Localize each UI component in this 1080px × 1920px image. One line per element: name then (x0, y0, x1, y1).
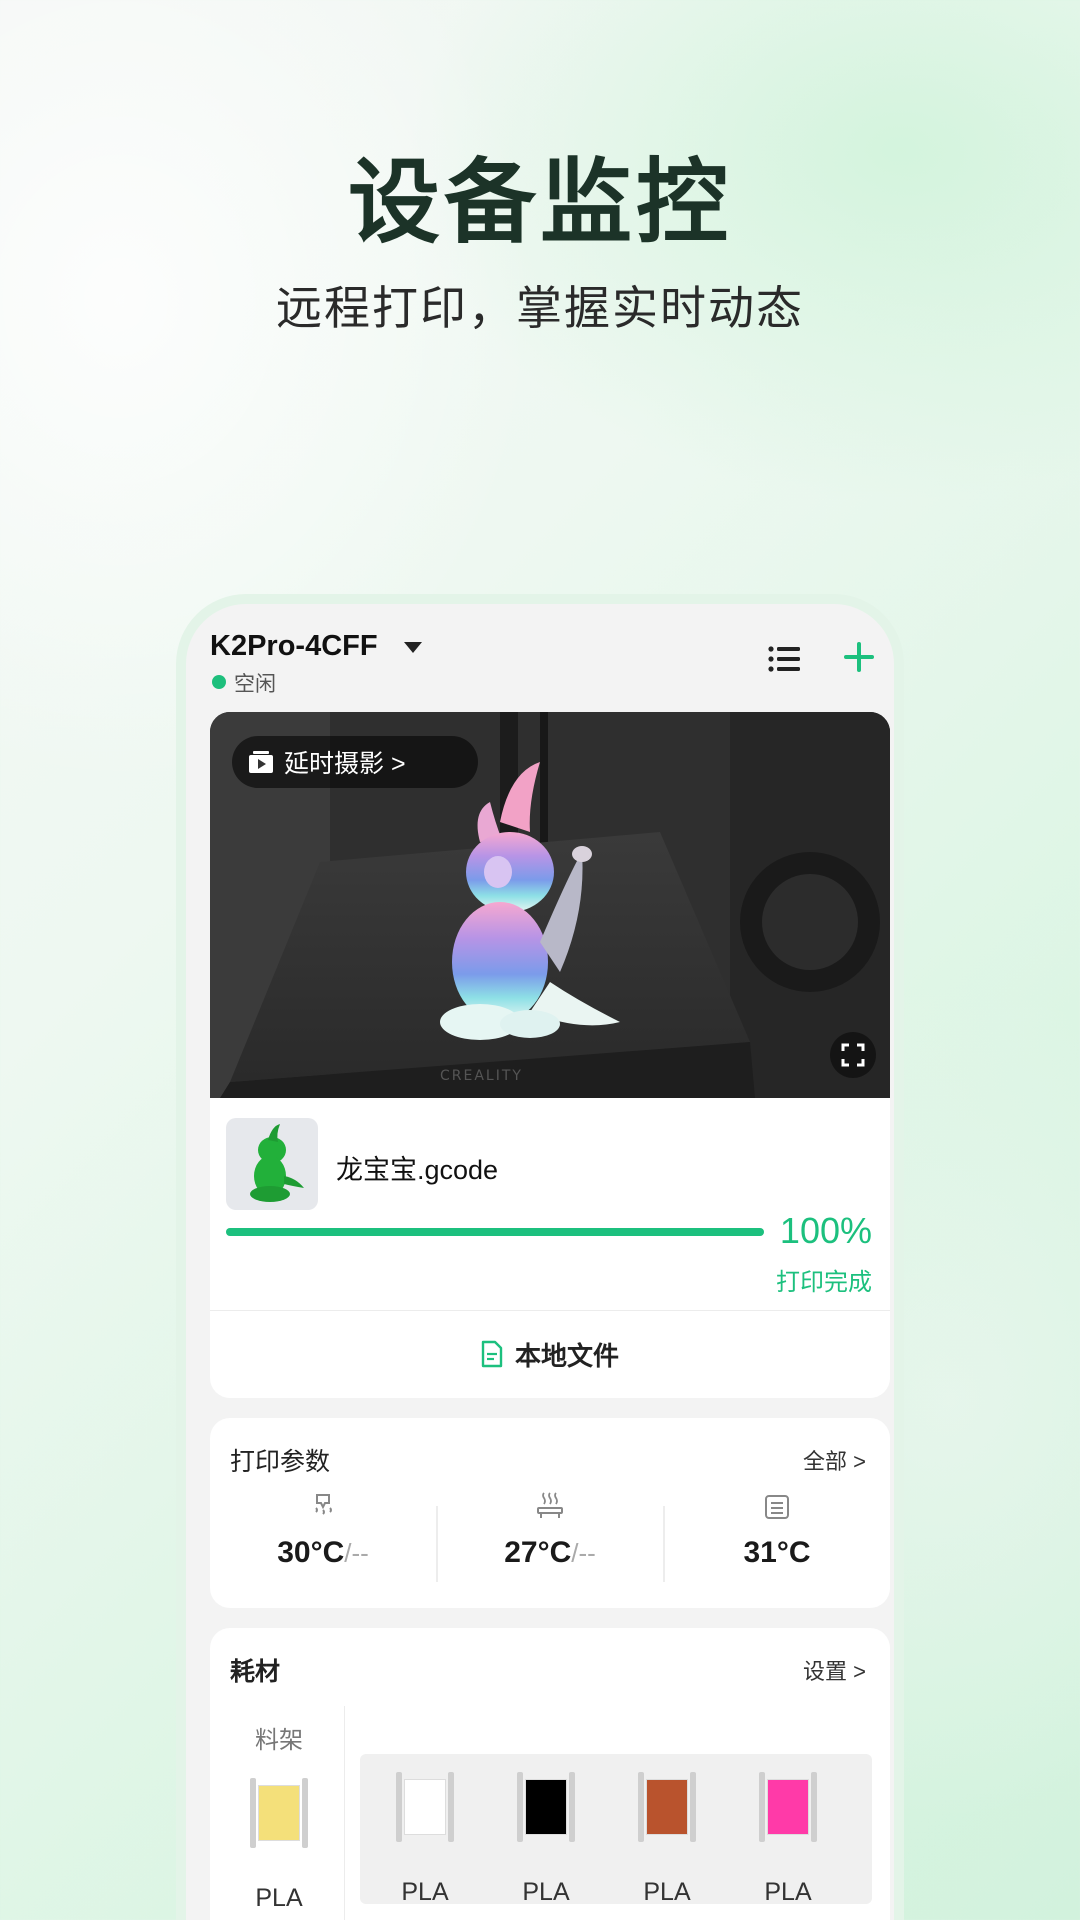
slot-type-3: PLA (643, 1878, 691, 1906)
slot-spool-3[interactable] (638, 1772, 696, 1842)
chamber-temp-icon (765, 1495, 789, 1519)
chamber-temp-value: 31°C (743, 1536, 811, 1569)
progress-fill (226, 1228, 764, 1236)
caret-down-icon[interactable] (404, 642, 422, 653)
nozzle-temp-value: 30°C (277, 1536, 345, 1569)
spool-color (258, 1785, 300, 1841)
material-title: 耗材 (230, 1658, 281, 1686)
device-selector[interactable]: K2Pro-4CFF (210, 630, 378, 663)
material-card: 耗材 设置 > 料架 PLA PLA PLA PLA PLA (210, 1628, 890, 1920)
list-icon[interactable] (768, 646, 800, 672)
print-params-card: 打印参数 全部 > 30°C/-- 27°C/-- 31°C (210, 1418, 890, 1608)
local-file-button[interactable]: 本地文件 (210, 1311, 890, 1397)
fullscreen-button[interactable] (830, 1032, 876, 1078)
params-title: 打印参数 (230, 1448, 331, 1476)
bed-temp-target: /-- (571, 1538, 596, 1568)
slot-type-1: PLA (401, 1878, 449, 1906)
nozzle-temp-target: /-- (344, 1538, 369, 1568)
spool-color (646, 1779, 688, 1835)
rack-spool-type: PLA (255, 1884, 303, 1912)
material-settings-link[interactable]: 设置 > (803, 1654, 866, 1686)
spool-color (767, 1779, 809, 1835)
slot-type-2: PLA (522, 1878, 570, 1906)
bed-brand: CREALITY (440, 1068, 523, 1084)
bed-temp-value: 27°C (504, 1536, 572, 1569)
phone-frame: K2Pro-4CFF 空闲 CREALITY 延时摄影 > 龙宝宝.gcode … (176, 594, 904, 1920)
rack-spool[interactable] (250, 1778, 308, 1848)
progress-percent: 100% (779, 1210, 872, 1251)
slot-spool-1[interactable] (396, 1772, 454, 1842)
param-nozzle[interactable]: 30°C/-- (210, 1492, 436, 1592)
plus-icon[interactable] (842, 640, 876, 674)
model-thumbnail[interactable] (226, 1118, 318, 1210)
file-name: 龙宝宝.gcode (336, 1155, 499, 1185)
rack-separator (344, 1706, 345, 1920)
status-dot (212, 675, 226, 689)
spool-color (525, 1779, 567, 1835)
slot-type-4: PLA (764, 1878, 812, 1906)
dragon-thumbnail-image (250, 1124, 304, 1202)
nozzle-temp-icon (315, 1494, 332, 1515)
spool-color (404, 1779, 446, 1835)
timelapse-icon (249, 751, 273, 773)
app-screen: K2Pro-4CFF 空闲 CREALITY 延时摄影 > 龙宝宝.gcode … (186, 604, 894, 1920)
fullscreen-icon (841, 1043, 865, 1067)
bed-temp-icon (537, 1492, 563, 1518)
camera-feed[interactable]: CREALITY 延时摄影 > (210, 712, 890, 1098)
param-bed[interactable]: 27°C/-- (437, 1492, 663, 1592)
local-file-label: 本地文件 (514, 1340, 619, 1371)
slot-spool-2[interactable] (517, 1772, 575, 1842)
param-chamber[interactable]: 31°C (664, 1492, 890, 1592)
params-all-link[interactable]: 全部 > (803, 1444, 866, 1476)
device-header: K2Pro-4CFF 空闲 (186, 604, 894, 704)
progress-bar (226, 1228, 764, 1236)
slot-spool-4[interactable] (759, 1772, 817, 1842)
file-icon (481, 1340, 503, 1368)
timelapse-button[interactable]: 延时摄影 > (232, 736, 478, 788)
device-status: 空闲 (234, 673, 276, 696)
print-status: 打印完成 (776, 1269, 872, 1296)
hero-title: 设备监控 (347, 152, 732, 254)
hero-subtitle: 远程打印，掌握实时动态 (276, 282, 804, 334)
rack-label: 料架 (255, 1727, 303, 1754)
timelapse-label: 延时摄影 > (284, 750, 406, 778)
print-job-card: 龙宝宝.gcode 100% 打印完成 本地文件 (210, 1098, 890, 1398)
